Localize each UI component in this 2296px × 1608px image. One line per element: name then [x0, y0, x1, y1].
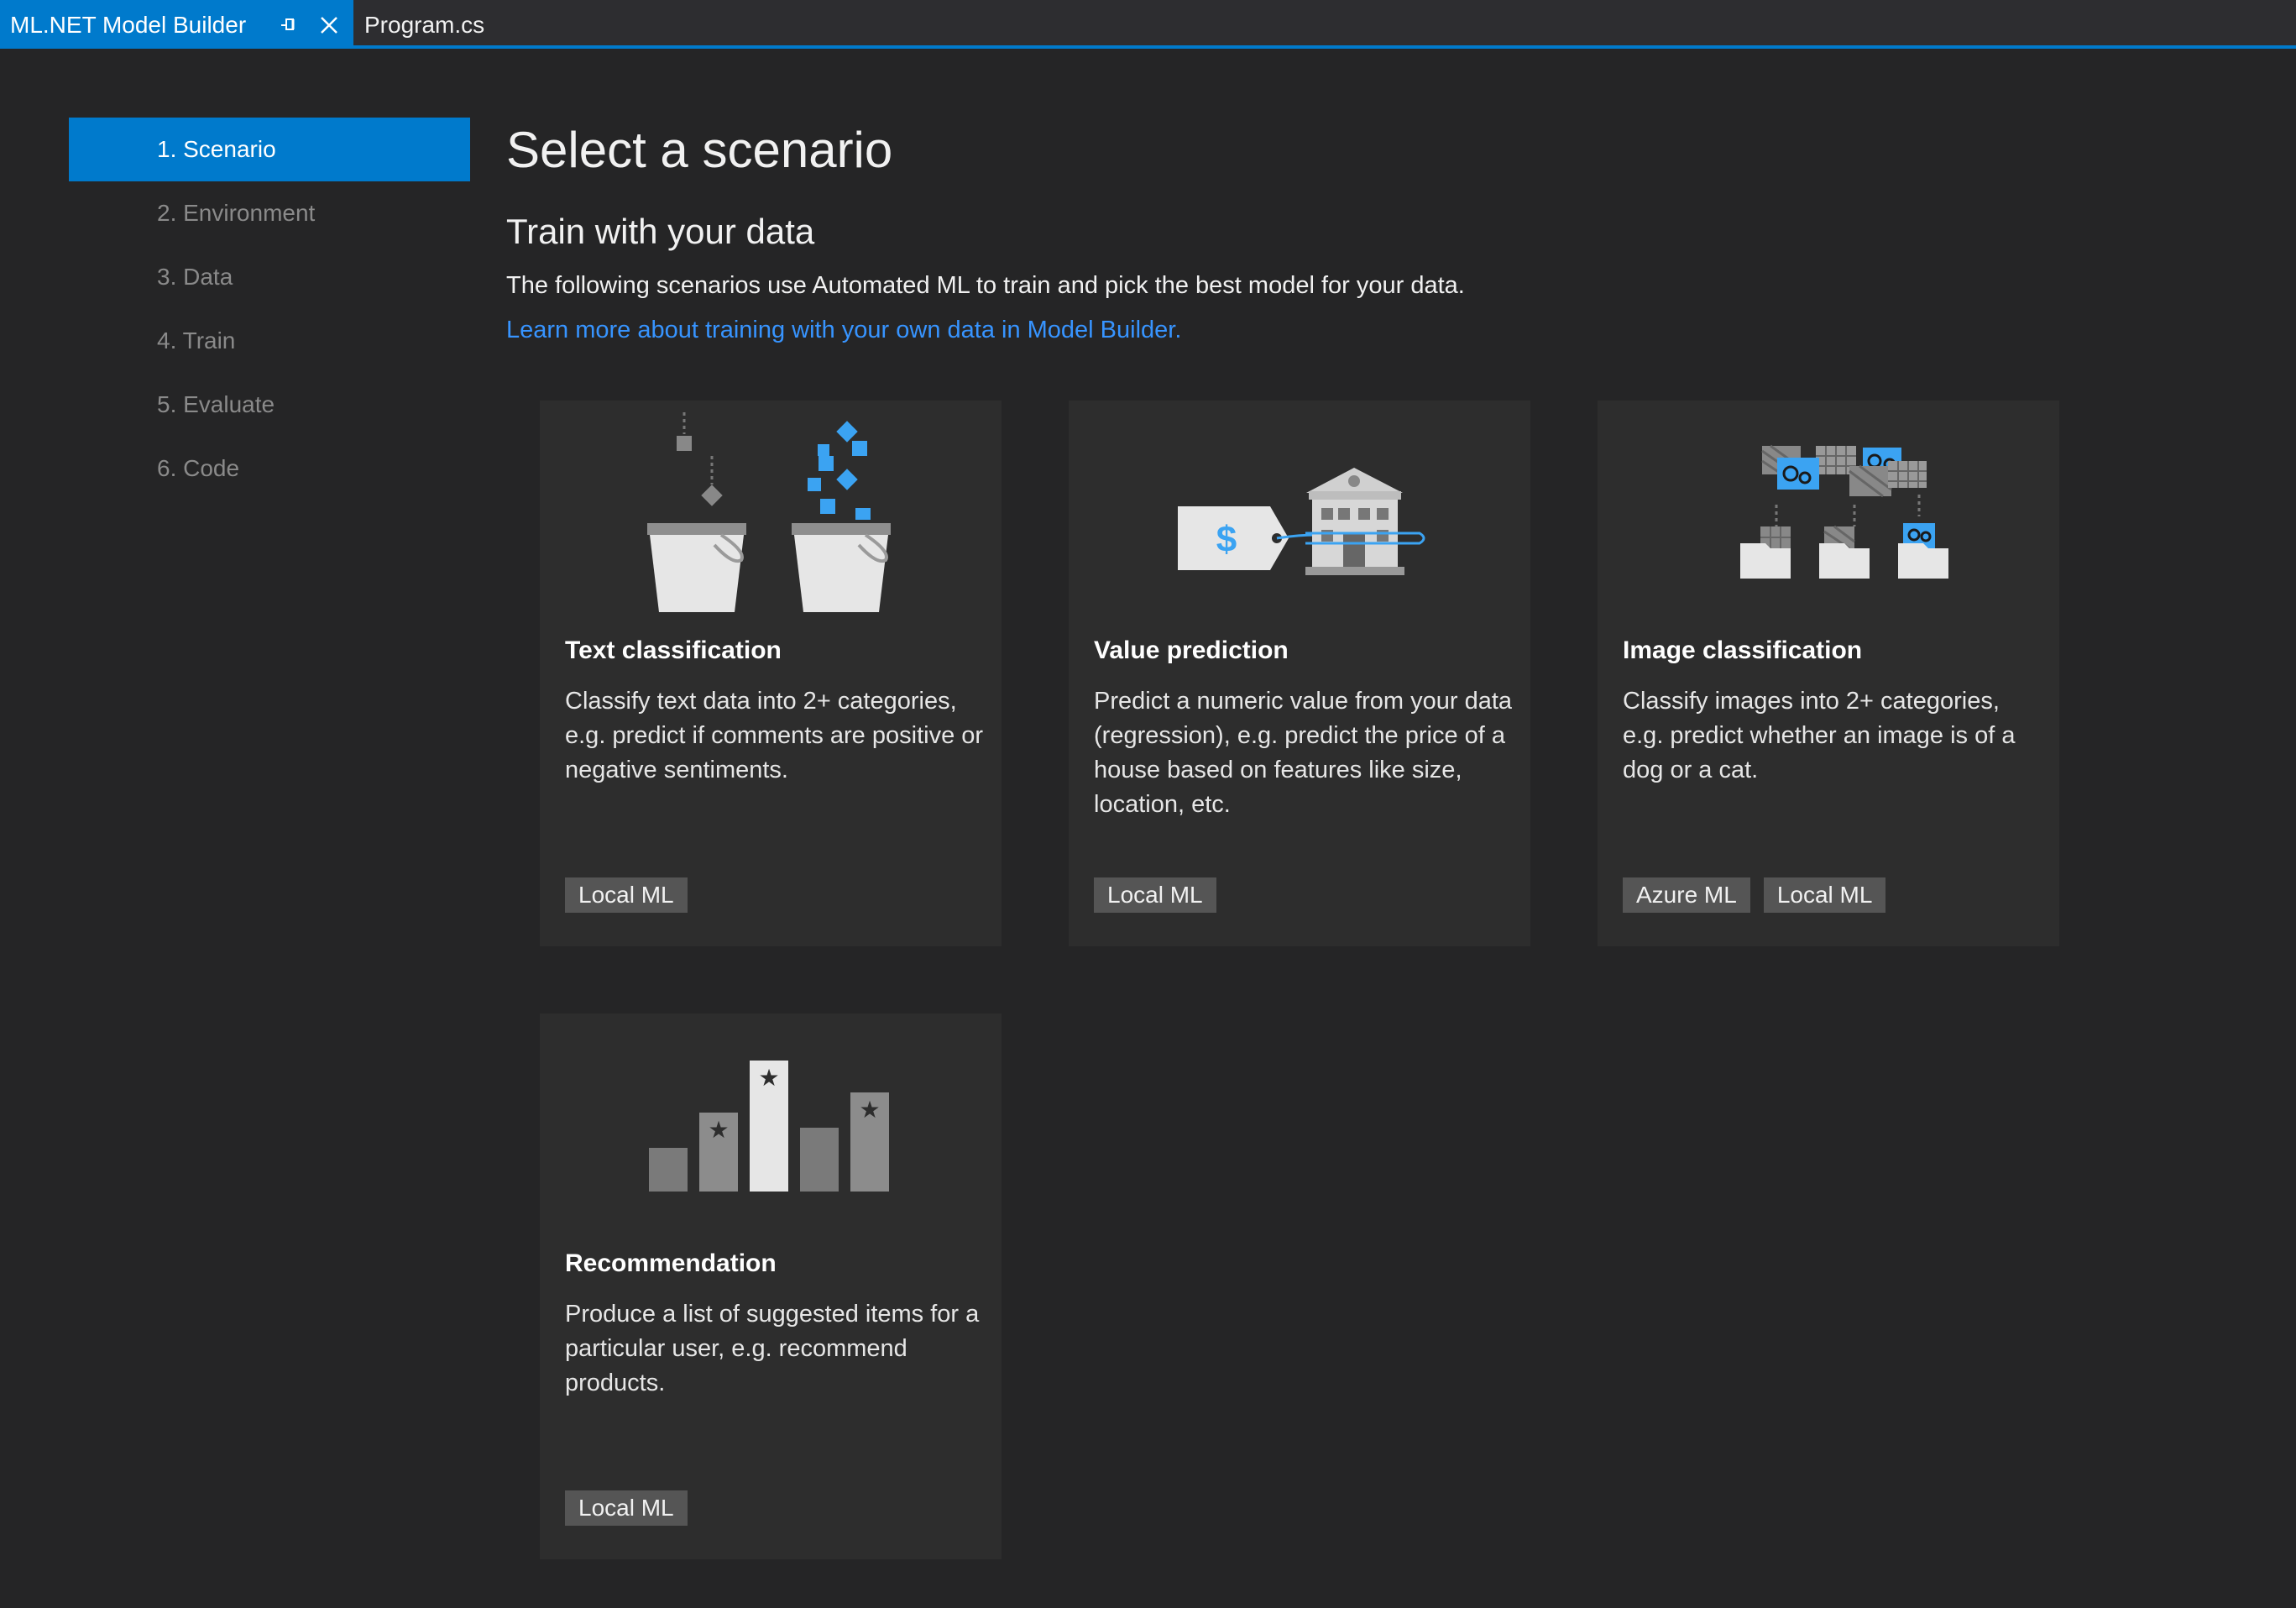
wizard-steps: 1. Scenario 2. Environment 3. Data 4. Tr… [69, 118, 470, 500]
scenario-card-recommendation[interactable]: ★ ★ ★ Recommendation Produce a list of s… [540, 1014, 1002, 1559]
document-tab-bar: ML.NET Model Builder Program.cs [0, 0, 2296, 49]
ranked-bars-icon: ★ ★ ★ [649, 1061, 889, 1192]
tag-local-ml: Local ML [1094, 877, 1216, 913]
card-title: Recommendation [565, 1249, 777, 1277]
close-icon[interactable] [318, 14, 340, 36]
card-description: Produce a list of suggested items for a … [565, 1301, 980, 1396]
card-title: Image classification [1623, 636, 1863, 664]
step-evaluate[interactable]: 5. Evaluate [69, 373, 470, 437]
tab-label: Program.cs [364, 12, 485, 38]
tag-local-ml: Local ML [565, 877, 688, 913]
svg-text:★: ★ [859, 1096, 880, 1124]
section-description: The following scenarios use Automated ML… [506, 272, 1465, 299]
section-title: Train with your data [506, 212, 815, 251]
step-train[interactable]: 4. Train [69, 309, 470, 373]
price-symbol: $ [1216, 519, 1237, 560]
tag-local-ml: Local ML [565, 1490, 688, 1526]
step-code[interactable]: 6. Code [69, 437, 470, 500]
image-sorting-icon [1740, 444, 1948, 579]
pin-icon[interactable] [279, 15, 299, 35]
tag-azure-ml: Azure ML [1623, 877, 1750, 913]
page-title: Select a scenario [506, 122, 893, 178]
card-description: Classify images into 2+ categories, e.g.… [1623, 688, 2016, 783]
tab-accent-line [0, 45, 2296, 49]
buckets-icon [647, 412, 891, 612]
card-title: Value prediction [1094, 636, 1289, 664]
learn-more-link[interactable]: Learn more about training with your own … [506, 313, 1181, 347]
step-data[interactable]: 3. Data [69, 245, 470, 309]
scenario-card-image-classification[interactable]: Image classification Classify images int… [1598, 401, 2059, 946]
card-tags: Local ML [1094, 877, 1230, 913]
svg-text:★: ★ [758, 1064, 779, 1092]
scenario-card-text-classification[interactable]: Text classification Classify text data i… [540, 401, 1002, 946]
step-scenario[interactable]: 1. Scenario [69, 118, 470, 181]
step-environment[interactable]: 2. Environment [69, 181, 470, 245]
scenario-card-value-prediction[interactable]: $ Value prediction Predict a numeric val… [1069, 401, 1530, 946]
svg-text:★: ★ [708, 1116, 729, 1144]
tab-model-builder[interactable]: ML.NET Model Builder [0, 0, 353, 49]
card-title: Text classification [565, 636, 782, 664]
tab-program-cs[interactable]: Program.cs [353, 0, 505, 47]
tab-label: ML.NET Model Builder [10, 12, 247, 38]
card-description: Classify text data into 2+ categories, e… [565, 688, 984, 783]
tag-local-ml: Local ML [1763, 877, 1886, 913]
card-tags: Local ML [565, 877, 701, 913]
card-tags: Local ML [565, 1490, 701, 1526]
card-description: Predict a numeric value from your data (… [1094, 688, 1513, 818]
house-price-tag-icon: $ [1178, 468, 1425, 575]
card-tags: Azure ML Local ML [1623, 877, 1899, 913]
